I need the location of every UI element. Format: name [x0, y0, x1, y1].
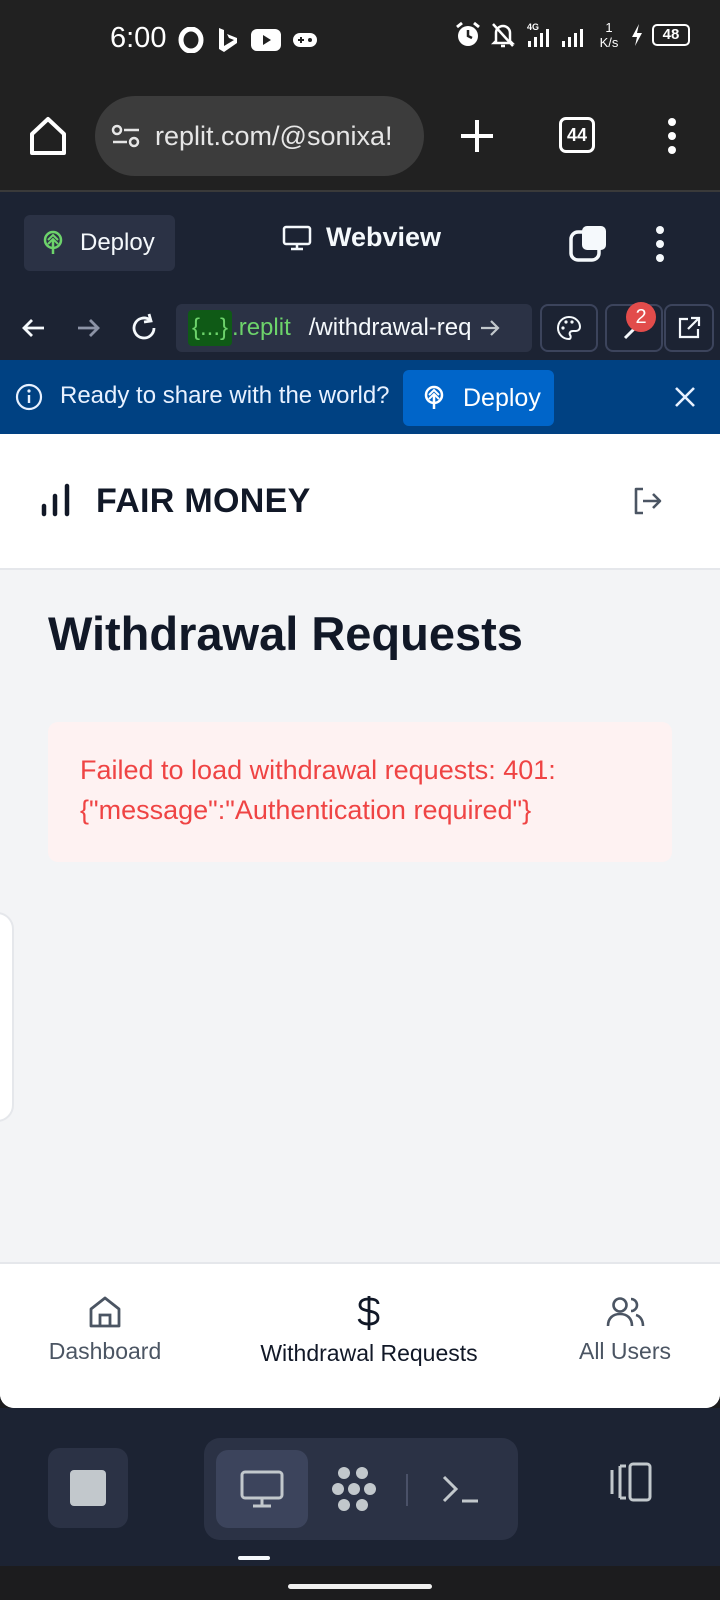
- nav-label-all-users: All Users: [578, 1338, 671, 1364]
- nav-item-withdrawal-requests[interactable]: Withdrawal Requests: [254, 1294, 484, 1367]
- side-panel-handle[interactable]: [0, 912, 14, 1122]
- battery-indicator: 48: [652, 24, 690, 46]
- address-path: /withdrawal-req: [308, 314, 472, 341]
- plus-icon[interactable]: [455, 114, 499, 158]
- browser-toolbar: replit.com/@sonixa! 44: [0, 80, 720, 192]
- theme-button[interactable]: [540, 304, 598, 352]
- status-bar: 6:00 4G 1 K/s 48: [0, 0, 720, 80]
- nav-item-all-users[interactable]: All Users: [572, 1294, 678, 1365]
- tab-switcher-button[interactable]: 44: [559, 117, 595, 153]
- close-icon[interactable]: [670, 382, 700, 412]
- stop-button[interactable]: [48, 1448, 128, 1528]
- signal-icon: [562, 29, 583, 47]
- active-tab-indicator: [238, 1556, 270, 1560]
- address-chip: {...}: [188, 310, 233, 346]
- extensions-tool-button[interactable]: [308, 1450, 400, 1528]
- banner-deploy-label: Deploy: [463, 383, 541, 412]
- net-speed-value: 1: [605, 20, 613, 35]
- alarm-icon: [456, 21, 480, 46]
- notification-icons: [178, 26, 318, 54]
- webview-tool-button[interactable]: [216, 1450, 308, 1528]
- terminal-icon: [442, 1475, 478, 1503]
- error-message: Failed to load withdrawal requests: 401:…: [80, 755, 556, 825]
- logout-icon[interactable]: [630, 484, 664, 518]
- tool-divider: [406, 1474, 408, 1506]
- address-domain: .replit: [232, 314, 291, 341]
- nav-label-withdrawal-requests: Withdrawal Requests: [260, 1340, 478, 1366]
- nav-item-dashboard[interactable]: Dashboard: [47, 1294, 163, 1365]
- deploy-icon: [424, 385, 444, 409]
- site-settings-icon[interactable]: [111, 123, 141, 149]
- go-arrow-icon[interactable]: [477, 315, 503, 341]
- mute-icon: [490, 23, 516, 48]
- back-arrow-icon[interactable]: [16, 310, 52, 346]
- bar-chart-icon: [41, 483, 70, 517]
- banner-text: Ready to share with the world?: [60, 382, 390, 409]
- gesture-navigation-area: [0, 1566, 720, 1600]
- more-vertical-icon[interactable]: [654, 114, 690, 158]
- deploy-button[interactable]: Deploy: [24, 215, 175, 271]
- deploy-icon: [43, 230, 63, 254]
- open-external-button[interactable]: [664, 304, 714, 352]
- monitor-icon: [240, 1470, 284, 1508]
- webview-address-bar[interactable]: {...} .replit /withdrawal-req: [176, 304, 532, 352]
- app-header: FAIR MONEY: [0, 434, 720, 570]
- notification-badge: 2: [626, 302, 656, 332]
- charging-icon: [632, 24, 642, 46]
- deploy-banner: Ready to share with the world? Deploy: [0, 360, 720, 434]
- forward-arrow-icon[interactable]: [70, 310, 106, 346]
- network-type: 4G: [527, 22, 539, 32]
- info-icon: [15, 383, 43, 411]
- net-speed-unit: K/s: [599, 35, 619, 50]
- panel-layout-icon[interactable]: [608, 1460, 656, 1504]
- replit-bottom-toolbar: [0, 1408, 720, 1566]
- home-gesture-bar[interactable]: [288, 1584, 432, 1589]
- brand-name: FAIR MONEY: [96, 482, 311, 520]
- dollar-icon: [357, 1296, 380, 1330]
- tool-switcher: [204, 1438, 518, 1540]
- page-title: Withdrawal Requests: [48, 607, 523, 660]
- extensions-icon: [332, 1467, 376, 1511]
- deploy-label: Deploy: [80, 229, 155, 256]
- home-icon[interactable]: [26, 114, 70, 158]
- youtube-icon: [251, 29, 281, 51]
- banner-deploy-button[interactable]: Deploy: [403, 370, 554, 426]
- windows-icon[interactable]: [568, 224, 608, 264]
- error-alert: Failed to load withdrawal requests: 401:…: [48, 722, 672, 862]
- webview-navigation: {...} .replit /withdrawal-req: [0, 296, 720, 360]
- system-status-icons: 4G 1 K/s 48: [454, 20, 690, 50]
- palette-icon: [557, 315, 582, 341]
- stop-icon: [70, 1470, 106, 1506]
- replit-header: Deploy Webview: [0, 192, 720, 296]
- url-bar[interactable]: replit.com/@sonixa!: [95, 96, 424, 176]
- webview-tab-title: Webview: [282, 222, 441, 253]
- net-speed: 1 K/s: [596, 20, 622, 50]
- reload-icon[interactable]: [126, 310, 162, 346]
- users-icon: [606, 1297, 645, 1327]
- signal-4g-icon: 4G: [527, 22, 549, 47]
- monitor-icon: [282, 225, 312, 250]
- webview-title-text: Webview: [326, 222, 442, 252]
- bing-icon: [219, 28, 237, 52]
- nav-label-dashboard: Dashboard: [48, 1338, 162, 1364]
- external-link-icon: [678, 316, 701, 339]
- opera-icon: [178, 27, 204, 53]
- url-text: replit.com/@sonixa!: [155, 120, 393, 151]
- status-time: 6:00: [110, 22, 167, 54]
- gamepad-icon: [293, 33, 317, 47]
- more-vertical-icon[interactable]: [650, 222, 670, 266]
- home-icon: [89, 1296, 121, 1328]
- shell-tool-button[interactable]: [414, 1450, 506, 1528]
- app-webview: FAIR MONEY Withdrawal Requests Failed to…: [0, 434, 720, 1408]
- bottom-navigation: Dashboard Withdrawal Requests All Users: [0, 1262, 720, 1408]
